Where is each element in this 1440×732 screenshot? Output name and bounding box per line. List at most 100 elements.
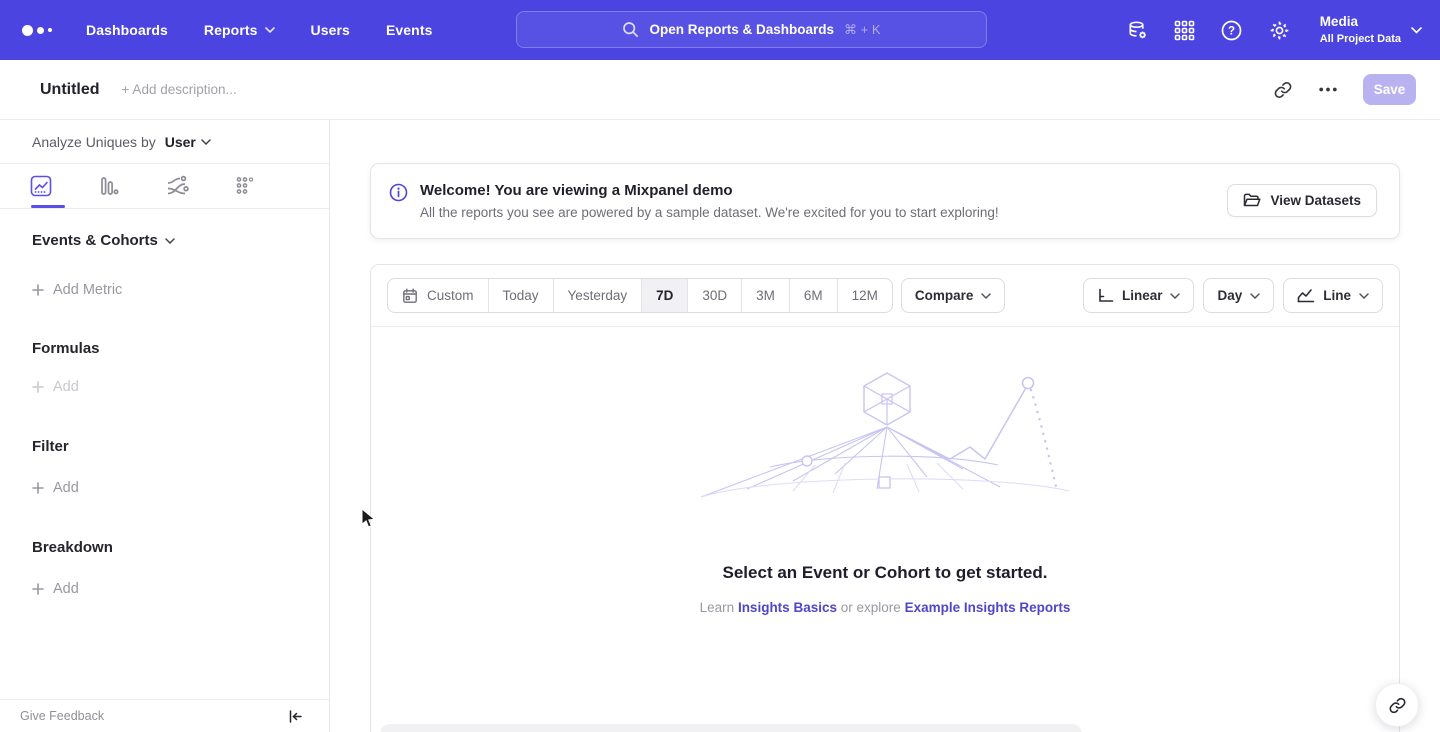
formulas-heading: Formulas <box>32 340 329 357</box>
insights-chart-card: Custom Today Yesterday 7D 30D 3M 6M 12M … <box>370 264 1400 732</box>
analyze-label: Analyze Uniques by <box>32 134 156 150</box>
nav-events[interactable]: Events <box>386 22 433 38</box>
date-range-3m[interactable]: 3M <box>741 279 789 312</box>
add-breakdown-button[interactable]: Add <box>32 581 329 597</box>
chevron-down-icon <box>201 139 211 145</box>
explore-text: or explore <box>841 600 901 615</box>
logo-dot <box>37 27 44 34</box>
mixpanel-logo[interactable] <box>22 25 52 36</box>
interval-label: Day <box>1217 288 1242 303</box>
insights-basics-link[interactable]: Insights Basics <box>738 600 837 615</box>
copy-link-icon[interactable] <box>1273 80 1293 100</box>
logo-dot <box>22 25 33 36</box>
chevron-down-icon <box>1170 293 1180 299</box>
logo-dot <box>48 28 52 32</box>
search-icon <box>622 21 639 38</box>
plus-icon <box>32 284 44 296</box>
date-range-yesterday[interactable]: Yesterday <box>553 279 642 312</box>
selected-tab-indicator <box>31 205 65 208</box>
scale-selector-button[interactable]: Linear <box>1083 278 1195 313</box>
analyze-by-value: User <box>165 134 196 150</box>
search-shortcut: ⌘ + K <box>844 22 881 38</box>
filter-heading: Filter <box>32 438 329 455</box>
report-title-bar: Untitled + Add description... Save <box>0 60 1440 120</box>
plus-icon <box>32 583 44 595</box>
add-filter-button[interactable]: Add <box>32 480 329 496</box>
empty-state: Select an Event or Cohort to get started… <box>371 327 1399 615</box>
search-placeholder: Open Reports & Dashboards <box>649 22 834 37</box>
view-datasets-label: View Datasets <box>1270 193 1361 208</box>
plus-icon <box>32 482 44 494</box>
info-icon <box>389 183 408 202</box>
chevron-down-icon <box>265 27 275 33</box>
top-nav: Dashboards Reports Users Events Open Rep… <box>0 0 1440 60</box>
example-insights-reports-link[interactable]: Example Insights Reports <box>905 600 1071 615</box>
nav-dashboards[interactable]: Dashboards <box>86 22 168 38</box>
chevron-down-icon <box>1411 27 1422 34</box>
add-metric-label: Add Metric <box>53 282 122 298</box>
plus-icon <box>32 381 44 393</box>
chevron-down-icon <box>1359 293 1369 299</box>
report-description-placeholder[interactable]: + Add description... <box>122 82 237 97</box>
empty-state-links: Learn Insights Basics or explore Example… <box>700 600 1071 615</box>
analyze-by-dropdown[interactable]: User <box>165 134 211 150</box>
tab-line-chart[interactable] <box>30 175 52 197</box>
calendar-icon <box>402 288 418 304</box>
formulas-label: Formulas <box>32 340 100 357</box>
tab-bar-chart[interactable] <box>98 175 120 197</box>
add-formula-label: Add <box>53 379 79 395</box>
results-table-peek <box>380 724 1082 732</box>
project-name: Media <box>1320 13 1401 31</box>
chart-type-selector-button[interactable]: Line <box>1283 278 1383 313</box>
add-filter-label: Add <box>53 480 79 496</box>
more-options-icon[interactable] <box>1319 87 1337 92</box>
learn-text: Learn <box>700 600 735 615</box>
banner-subtitle: All the reports you see are powered by a… <box>420 205 999 220</box>
date-range-7d[interactable]: 7D <box>641 279 687 312</box>
date-range-12m[interactable]: 12M <box>837 279 892 312</box>
breakdown-heading: Breakdown <box>32 539 329 556</box>
share-link-fab[interactable] <box>1375 683 1419 727</box>
data-management-icon[interactable] <box>1126 19 1149 42</box>
save-button[interactable]: Save <box>1363 74 1416 105</box>
query-builder-sidebar: Analyze Uniques by User <box>0 120 330 732</box>
banner-title: Welcome! You are viewing a Mixpanel demo <box>420 182 999 200</box>
report-canvas: Welcome! You are viewing a Mixpanel demo… <box>330 120 1440 732</box>
help-icon[interactable]: ? <box>1220 19 1243 42</box>
add-metric-button[interactable]: Add Metric <box>32 282 329 298</box>
project-switcher[interactable]: Media All Project Data <box>1320 13 1422 46</box>
breakdown-label: Breakdown <box>32 539 113 556</box>
events-cohorts-label: Events & Cohorts <box>32 232 158 249</box>
chart-type-label: Line <box>1323 288 1351 303</box>
nav-reports-label: Reports <box>204 22 258 38</box>
date-range-30d[interactable]: 30D <box>687 279 741 312</box>
compare-button[interactable]: Compare <box>901 278 1006 313</box>
nav-users[interactable]: Users <box>311 22 350 38</box>
tab-scatter-metrics[interactable] <box>235 175 257 197</box>
events-cohorts-heading[interactable]: Events & Cohorts <box>32 232 329 249</box>
axes-icon <box>1097 288 1114 304</box>
chevron-down-icon <box>165 238 175 244</box>
nav-reports[interactable]: Reports <box>204 22 275 38</box>
view-datasets-button[interactable]: View Datasets <box>1227 184 1377 217</box>
add-formula-button[interactable]: Add <box>32 379 329 395</box>
collapse-sidebar-icon[interactable] <box>288 709 303 724</box>
chevron-down-icon <box>1250 293 1260 299</box>
date-range-today[interactable]: Today <box>488 279 553 312</box>
global-search[interactable]: Open Reports & Dashboards ⌘ + K <box>516 11 987 48</box>
tab-flow-chart[interactable] <box>166 175 189 197</box>
link-icon <box>1388 696 1407 715</box>
project-scope: All Project Data <box>1320 32 1401 47</box>
settings-gear-icon[interactable] <box>1268 19 1291 42</box>
add-breakdown-label: Add <box>53 581 79 597</box>
apps-grid-icon[interactable] <box>1174 20 1195 41</box>
interval-selector-button[interactable]: Day <box>1203 278 1274 313</box>
date-range-6m[interactable]: 6M <box>789 279 837 312</box>
date-range-custom[interactable]: Custom <box>388 279 488 312</box>
empty-state-illustration <box>695 369 1075 521</box>
filter-label: Filter <box>32 438 69 455</box>
give-feedback-link[interactable]: Give Feedback <box>20 709 104 723</box>
report-title[interactable]: Untitled <box>40 81 100 99</box>
scale-label: Linear <box>1122 288 1163 303</box>
date-range-group: Custom Today Yesterday 7D 30D 3M 6M 12M <box>387 278 893 313</box>
